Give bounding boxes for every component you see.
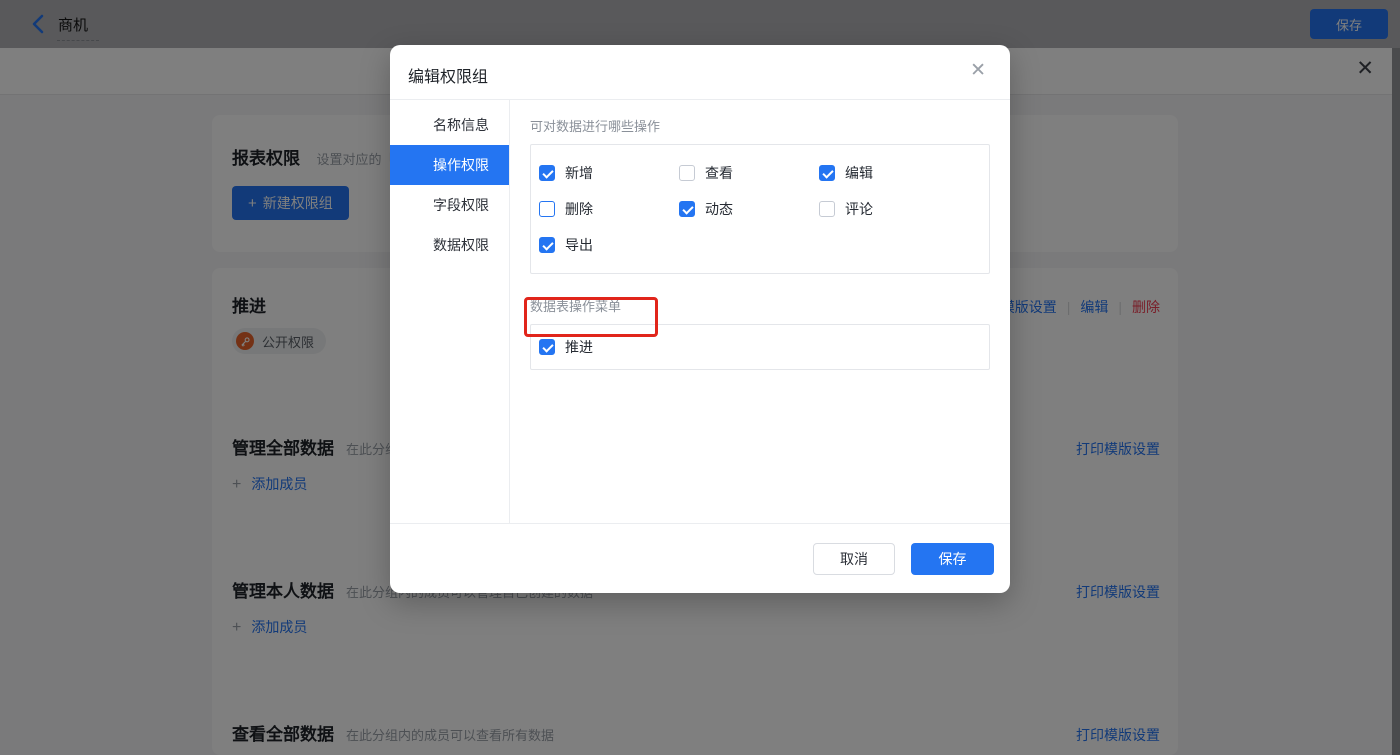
- screen: 商机 保存 ✕ 报表权限 设置对应的「报表」权限 +新建权限组 推进 打印模版设…: [0, 0, 1400, 755]
- menu-section-label: 数据表操作菜单: [530, 296, 990, 315]
- checkbox[interactable]: [819, 201, 835, 217]
- menu-checkbox-box: 推进: [530, 324, 990, 370]
- checkbox[interactable]: [539, 237, 555, 253]
- modal-body: 名称信息 操作权限 字段权限 数据权限 可对数据进行哪些操作 新增 查看 编辑 …: [390, 100, 1010, 523]
- modal-footer: 取消 保存: [390, 523, 1010, 593]
- modal-header: 编辑权限组 ✕: [390, 45, 1010, 100]
- checkbox-label: 删除: [565, 199, 593, 219]
- checkbox[interactable]: [679, 165, 695, 181]
- cancel-button[interactable]: 取消: [813, 543, 895, 575]
- save-button[interactable]: 保存: [911, 543, 994, 575]
- checkbox-item-view[interactable]: 查看: [679, 163, 819, 183]
- checkbox-item-edit[interactable]: 编辑: [819, 163, 959, 183]
- modal-content: 可对数据进行哪些操作 新增 查看 编辑 删除 动态 评论 导出 数据表操作菜单 …: [510, 100, 1010, 523]
- checkbox-label: 查看: [705, 163, 733, 183]
- checkbox[interactable]: [539, 201, 555, 217]
- checkbox[interactable]: [539, 165, 555, 181]
- checkbox-label: 评论: [845, 199, 873, 219]
- checkbox[interactable]: [819, 165, 835, 181]
- checkbox-item-export[interactable]: 导出: [539, 235, 679, 255]
- checkbox[interactable]: [539, 339, 555, 355]
- modal-tab-list: 名称信息 操作权限 字段权限 数据权限: [390, 100, 510, 523]
- modal-title: 编辑权限组: [408, 63, 488, 87]
- tab-data-permissions[interactable]: 数据权限: [390, 225, 509, 265]
- tab-name-info[interactable]: 名称信息: [390, 105, 509, 145]
- modal-close-icon[interactable]: ✕: [970, 61, 986, 80]
- operations-section-label: 可对数据进行哪些操作: [530, 116, 990, 135]
- edit-permission-group-modal: 编辑权限组 ✕ 名称信息 操作权限 字段权限 数据权限 可对数据进行哪些操作 新…: [390, 45, 1010, 593]
- checkbox-item-activity[interactable]: 动态: [679, 199, 819, 219]
- checkbox[interactable]: [679, 201, 695, 217]
- checkbox-label: 推进: [565, 337, 593, 357]
- checkbox-item-delete[interactable]: 删除: [539, 199, 679, 219]
- checkbox-item-add[interactable]: 新增: [539, 163, 679, 183]
- checkbox-label: 动态: [705, 199, 733, 219]
- tab-operation-permissions[interactable]: 操作权限: [390, 145, 509, 185]
- checkbox-item-comment[interactable]: 评论: [819, 199, 959, 219]
- checkbox-item-advance[interactable]: 推进: [539, 337, 593, 357]
- checkbox-label: 导出: [565, 235, 593, 255]
- checkbox-label: 编辑: [845, 163, 873, 183]
- checkbox-label: 新增: [565, 163, 593, 183]
- operations-checkbox-grid: 新增 查看 编辑 删除 动态 评论 导出: [530, 144, 990, 274]
- tab-field-permissions[interactable]: 字段权限: [390, 185, 509, 225]
